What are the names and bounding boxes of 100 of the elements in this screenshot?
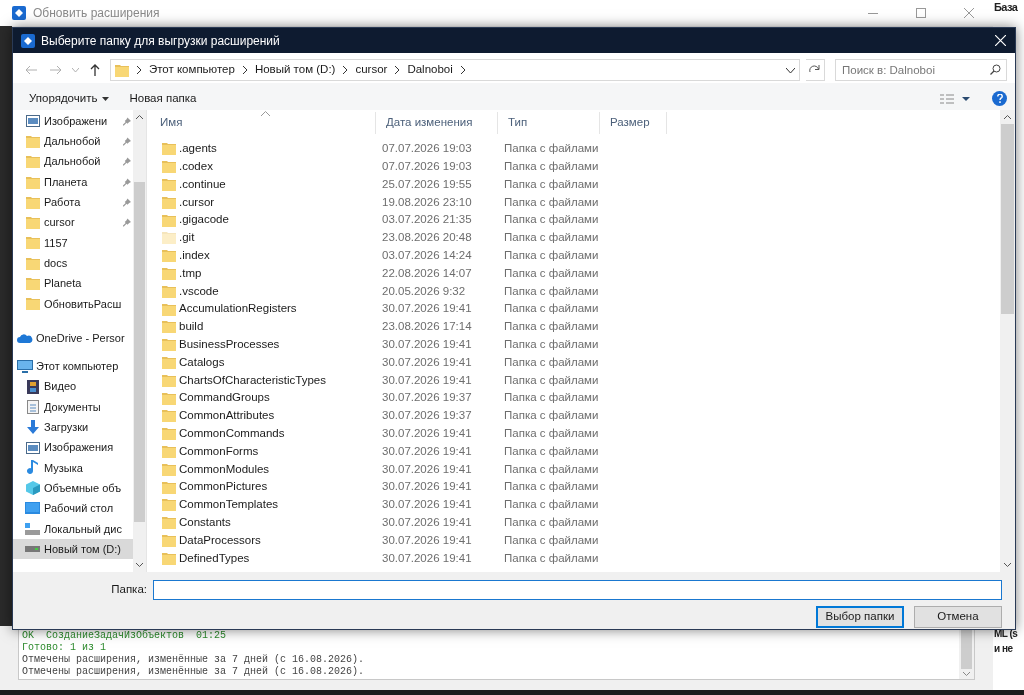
search-field[interactable]: Поиск в: Dalnoboi bbox=[835, 59, 1007, 81]
sidebar-item[interactable]: Изображения bbox=[13, 437, 133, 458]
file-row[interactable]: .index 03.07.2026 14:24 Папка с файлами bbox=[150, 246, 1000, 265]
breadcrumb-item[interactable]: cursor bbox=[355, 61, 388, 79]
file-row[interactable]: CommonTemplates 30.07.2026 19:41 Папка с файлами bbox=[150, 495, 1000, 514]
file-date: 07.07.2026 19:03 bbox=[381, 141, 473, 157]
sidebar-item[interactable]: Планета bbox=[13, 171, 133, 193]
file-row[interactable]: Constants 30.07.2026 19:41 Папка с файлами bbox=[150, 513, 1000, 532]
file-row[interactable]: .codex 07.07.2026 19:03 Папка с файлами bbox=[150, 157, 1000, 176]
scrollbar-thumb[interactable] bbox=[961, 627, 972, 669]
picture-icon bbox=[25, 115, 40, 128]
file-row[interactable]: CommonForms 30.07.2026 19:41 Папка с файлами bbox=[150, 442, 1000, 461]
file-row[interactable]: .vscode 20.05.2026 9:32 Папка с файлами bbox=[150, 282, 1000, 301]
column-header[interactable]: Дата изменения bbox=[376, 112, 498, 134]
file-name: .git bbox=[179, 230, 195, 246]
file-type: Папка с файлами bbox=[503, 159, 600, 175]
file-name: .tmp bbox=[179, 265, 202, 281]
file-type: Папка с файлами bbox=[503, 301, 600, 317]
column-header[interactable]: Имя bbox=[150, 112, 376, 134]
file-type: Папка с файлами bbox=[503, 426, 600, 441]
folder-input[interactable] bbox=[153, 580, 1002, 600]
sidebar-item[interactable]: Дальнобой bbox=[13, 131, 133, 152]
breadcrumb-item[interactable]: Новый том (D:) bbox=[254, 61, 336, 79]
file-row[interactable]: CommonAttributes 30.07.2026 19:37 Папка с файлами bbox=[150, 406, 1000, 425]
file-row[interactable]: CommonCommands 30.07.2026 19:41 Папка с файлами bbox=[150, 424, 1000, 443]
folder-icon bbox=[162, 320, 176, 334]
select-folder-button[interactable]: Выбор папки bbox=[816, 606, 904, 628]
file-date: 30.07.2026 19:41 bbox=[381, 354, 473, 370]
chevron-right-icon bbox=[135, 66, 142, 74]
sidebar-label: Локальный дис bbox=[44, 521, 122, 537]
sidebar-item[interactable]: Этот компьютер bbox=[13, 356, 133, 377]
file-row[interactable]: BusinessProcesses 30.07.2026 19:41 Папка с файлами bbox=[150, 335, 1000, 354]
file-type: Папка с файлами bbox=[503, 141, 600, 157]
scrollbar-thumb[interactable] bbox=[134, 182, 145, 522]
address-bar[interactable]: Этот компьютер Новый том (D:) cursor Dalnoboi bbox=[109, 59, 800, 81]
file-row[interactable]: build 23.08.2026 17:14 Папка с файлами bbox=[150, 317, 1000, 336]
file-name: CommonModules bbox=[179, 461, 270, 477]
sidebar-item[interactable]: 1157 bbox=[13, 232, 133, 254]
file-row[interactable]: .git 23.08.2026 20:48 Папка с файлами bbox=[150, 229, 1000, 247]
file-date: 30.07.2026 19:37 bbox=[381, 408, 473, 424]
breadcrumb-item[interactable]: Dalnoboi bbox=[407, 61, 453, 79]
breadcrumb-item[interactable]: Этот компьютер bbox=[148, 61, 235, 79]
sidebar-item[interactable]: Работа bbox=[13, 192, 133, 213]
sidebar-label: 1157 bbox=[44, 235, 68, 251]
sidebar-item[interactable]: cursor bbox=[13, 212, 133, 233]
folder-icon bbox=[162, 498, 176, 512]
new-folder-button[interactable]: Новая папка bbox=[115, 89, 211, 108]
file-type: Папка с файлами bbox=[503, 443, 600, 459]
organize-button[interactable]: Упорядочить bbox=[23, 89, 116, 108]
file-row[interactable]: ChartsOfCharacteristicTypes 30.07.2026 19:41 Папка с файлами bbox=[150, 371, 1000, 390]
help-button[interactable] bbox=[992, 91, 1007, 106]
app-icon bbox=[12, 6, 26, 20]
file-row[interactable]: .continue 25.07.2026 19:55 Папка с файлами bbox=[150, 175, 1000, 194]
column-header[interactable]: Размер bbox=[600, 112, 667, 134]
sidebar-item[interactable]: OneDrive - Persor bbox=[13, 327, 133, 349]
sidebar-item[interactable]: Объемные объ bbox=[13, 478, 133, 499]
sidebar-item[interactable]: Рабочий стол bbox=[13, 498, 133, 519]
folder-icon bbox=[25, 175, 40, 189]
sidebar-item[interactable]: Изображени bbox=[13, 111, 133, 132]
app-text: База bbox=[993, 0, 1019, 15]
file-name: .cursor bbox=[179, 194, 215, 210]
disk-drive-icon bbox=[25, 546, 40, 553]
file-date: 19.08.2026 23:10 bbox=[381, 194, 473, 210]
sidebar-item[interactable]: Planeta bbox=[13, 273, 133, 294]
document-icon bbox=[26, 400, 39, 414]
file-row[interactable]: DefinedTypes 30.07.2026 19:41 Папка с файлами bbox=[150, 549, 1000, 568]
sidebar-item[interactable]: Загрузки bbox=[13, 417, 133, 438]
sidebar-item[interactable]: Документы bbox=[13, 396, 133, 418]
file-row[interactable]: CommandGroups 30.07.2026 19:37 Папка с файлами bbox=[150, 389, 1000, 407]
sidebar-item[interactable]: Видео bbox=[13, 376, 133, 397]
file-name: AccumulationRegisters bbox=[179, 301, 297, 317]
list-view-icon bbox=[940, 93, 954, 104]
file-row[interactable]: Catalogs 30.07.2026 19:41 Папка с файлами bbox=[150, 353, 1000, 372]
file-row[interactable]: .tmp 22.08.2026 14:07 Папка с файлами bbox=[150, 264, 1000, 283]
sidebar-item[interactable]: Локальный дис bbox=[13, 518, 133, 539]
sidebar-item[interactable]: Дальнобой bbox=[13, 151, 133, 172]
sidebar-item[interactable]: Музыка bbox=[13, 457, 133, 479]
file-row[interactable]: DataProcessors 30.07.2026 19:41 Папка с файлами bbox=[150, 531, 1000, 550]
file-date: 30.07.2026 19:41 bbox=[381, 301, 473, 317]
file-row[interactable]: CommonModules 30.07.2026 19:41 Папка с файлами bbox=[150, 460, 1000, 479]
folder-icon bbox=[162, 231, 176, 245]
file-row[interactable]: .gigacode 03.07.2026 21:35 Папка с файлами bbox=[150, 211, 1000, 229]
file-row[interactable]: .agents 07.07.2026 19:03 Папка с файлами bbox=[150, 140, 1000, 158]
sidebar-item[interactable]: ОбновитьРасш bbox=[13, 293, 133, 314]
file-row[interactable]: AccumulationRegisters 30.07.2026 19:41 Папка с файлами bbox=[150, 300, 1000, 318]
folder-icon bbox=[162, 373, 176, 387]
sidebar-item[interactable]: docs bbox=[13, 253, 133, 274]
history-dropdown[interactable] bbox=[71, 68, 81, 72]
file-row[interactable]: CommonPictures 30.07.2026 19:41 Папка с файлами bbox=[150, 478, 1000, 496]
column-header[interactable]: Тип bbox=[498, 112, 600, 134]
cancel-button[interactable]: Отмена bbox=[914, 606, 1002, 628]
folder-icon bbox=[162, 302, 176, 316]
file-name: build bbox=[179, 319, 204, 335]
file-date: 23.08.2026 20:48 bbox=[381, 230, 473, 246]
scrollbar-thumb[interactable] bbox=[1001, 124, 1014, 314]
file-type: Папка с файлами bbox=[503, 372, 600, 388]
view-options-button[interactable] bbox=[940, 93, 970, 104]
sidebar-item[interactable]: Новый том (D:) bbox=[13, 538, 133, 560]
file-row[interactable]: .cursor 19.08.2026 23:10 Папка с файлами bbox=[150, 193, 1000, 212]
refresh-button[interactable] bbox=[805, 59, 825, 81]
